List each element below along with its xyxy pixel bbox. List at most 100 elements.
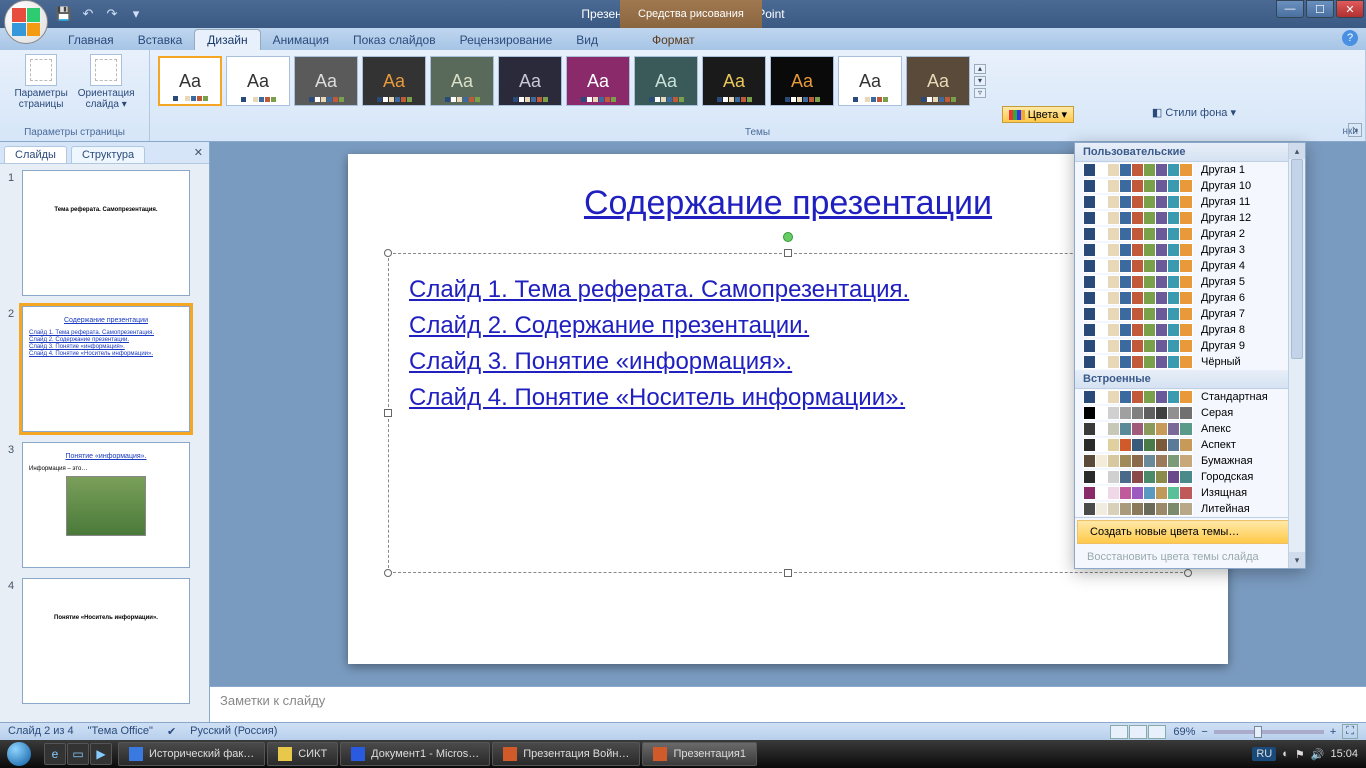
minimize-button[interactable]: — [1276, 0, 1304, 18]
theme-thumb[interactable]: Aa [362, 56, 426, 106]
tab-format[interactable]: Формат [640, 30, 707, 50]
slideshow-view-button[interactable] [1148, 725, 1166, 739]
theme-thumb[interactable]: Aa [566, 56, 630, 106]
slide-thumb-3[interactable]: Понятие «информация». Информация – это… [22, 442, 190, 568]
slide-orientation-button[interactable]: Ориентация слайда ▾ [76, 52, 137, 112]
color-scheme-item[interactable]: Бумажная [1075, 453, 1305, 469]
color-scheme-item[interactable]: Другая 8 [1075, 322, 1305, 338]
color-scheme-item[interactable]: Апекс [1075, 421, 1305, 437]
resize-handle[interactable] [384, 409, 392, 417]
color-scheme-item[interactable]: Другая 1 [1075, 162, 1305, 178]
zoom-slider[interactable] [1214, 730, 1324, 734]
slide-link[interactable]: Слайд 1. Тема реферата. Самопрезентация. [409, 276, 1167, 304]
explorer-icon[interactable]: ▭ [67, 743, 89, 765]
theme-colors-button[interactable]: Цвета ▾ [1002, 106, 1074, 123]
create-new-colors-button[interactable]: Создать новые цвета темы… [1077, 520, 1303, 544]
color-scheme-item[interactable]: Чёрный [1075, 354, 1305, 370]
help-icon[interactable]: ? [1342, 30, 1358, 46]
color-scheme-item[interactable]: Другая 12 [1075, 210, 1305, 226]
color-scheme-item[interactable]: Другая 3 [1075, 242, 1305, 258]
content-textbox[interactable]: Слайд 1. Тема реферата. Самопрезентация.… [388, 253, 1188, 573]
resize-handle[interactable] [784, 569, 792, 577]
themes-gallery[interactable]: AaAaAaAaAaAaAaAaAaAaAaAa [156, 52, 972, 110]
normal-view-button[interactable] [1110, 725, 1128, 739]
taskbar-item[interactable]: Документ1 - Micros… [340, 742, 490, 766]
tab-home[interactable]: Главная [56, 30, 126, 50]
color-scheme-item[interactable]: Аспект [1075, 437, 1305, 453]
resize-handle[interactable] [784, 249, 792, 257]
theme-thumb[interactable]: Aa [294, 56, 358, 106]
tab-design[interactable]: Дизайн [194, 29, 260, 50]
tab-view[interactable]: Вид [564, 30, 610, 50]
color-scheme-item[interactable]: Литейная [1075, 501, 1305, 517]
theme-thumb[interactable]: Aa [702, 56, 766, 106]
theme-thumb[interactable]: Aa [158, 56, 222, 106]
spellcheck-icon[interactable]: ✔ [167, 725, 176, 738]
dropdown-scrollbar[interactable]: ▴▾ [1288, 143, 1305, 568]
theme-thumb[interactable]: Aa [498, 56, 562, 106]
themes-gallery-expand[interactable]: ▴▾▿ [972, 52, 988, 110]
color-scheme-item[interactable]: Другая 11 [1075, 194, 1305, 210]
sorter-view-button[interactable] [1129, 725, 1147, 739]
rotate-handle[interactable] [783, 232, 793, 242]
thumb-row[interactable]: 1 Тема реферата. Самопрезентация. [8, 170, 201, 296]
thumb-row[interactable]: 4 Понятие «Носитель информации». [8, 578, 201, 704]
undo-icon[interactable]: ↶ [78, 4, 98, 24]
language-indicator[interactable]: RU [1252, 747, 1276, 761]
slide-link[interactable]: Слайд 4. Понятие «Носитель информации». [409, 384, 1167, 412]
pane-tab-outline[interactable]: Структура [71, 146, 145, 163]
background-styles-button[interactable]: ◧ Стили фона ▾ [1152, 106, 1236, 119]
tab-animation[interactable]: Анимация [261, 30, 341, 50]
start-button[interactable] [0, 740, 38, 768]
zoom-out-button[interactable]: − [1201, 726, 1207, 738]
tray-icon[interactable]: 🔊 [1311, 748, 1325, 761]
color-scheme-item[interactable]: Городская [1075, 469, 1305, 485]
maximize-button[interactable]: ☐ [1306, 0, 1334, 18]
slide-link[interactable]: Слайд 2. Содержание презентации. [409, 312, 1167, 340]
dialog-launcher-icon[interactable]: ↘ [1348, 123, 1362, 137]
office-button[interactable] [4, 0, 48, 44]
slide-link[interactable]: Слайд 3. Понятие «информация». [409, 348, 1167, 376]
theme-thumb[interactable]: Aa [906, 56, 970, 106]
tab-insert[interactable]: Вставка [126, 30, 195, 50]
redo-icon[interactable]: ↷ [102, 4, 122, 24]
notes-pane[interactable]: Заметки к слайду [210, 686, 1366, 722]
slide-thumb-4[interactable]: Понятие «Носитель информации». [22, 578, 190, 704]
qat-customize-icon[interactable]: ▾ [126, 4, 146, 24]
color-scheme-item[interactable]: Стандартная [1075, 389, 1305, 405]
pane-tab-slides[interactable]: Слайды [4, 146, 67, 163]
status-language[interactable]: Русский (Россия) [190, 725, 277, 738]
taskbar-item[interactable]: Презентация Войн… [492, 742, 640, 766]
zoom-slider-thumb[interactable] [1254, 726, 1262, 738]
zoom-level[interactable]: 69% [1173, 726, 1195, 738]
resize-handle[interactable] [384, 249, 392, 257]
color-scheme-item[interactable]: Другая 9 [1075, 338, 1305, 354]
color-scheme-item[interactable]: Другая 4 [1075, 258, 1305, 274]
color-scheme-item[interactable]: Изящная [1075, 485, 1305, 501]
close-button[interactable]: ✕ [1336, 0, 1364, 18]
fit-to-window-button[interactable]: ⛶ [1342, 724, 1358, 739]
thumb-row[interactable]: 2 Содержание презентации Слайд 1. Тема р… [8, 306, 201, 432]
tray-icon[interactable]: ⚑ [1295, 748, 1305, 761]
slide-thumb-1[interactable]: Тема реферата. Самопрезентация. [22, 170, 190, 296]
slide-thumb-2[interactable]: Содержание презентации Слайд 1. Тема реф… [22, 306, 190, 432]
tab-review[interactable]: Рецензирование [448, 30, 565, 50]
theme-thumb[interactable]: Aa [226, 56, 290, 106]
page-setup-button[interactable]: Параметры страницы [12, 52, 69, 112]
media-icon[interactable]: ▶ [90, 743, 112, 765]
tab-slideshow[interactable]: Показ слайдов [341, 30, 448, 50]
zoom-in-button[interactable]: + [1330, 726, 1336, 738]
theme-thumb[interactable]: Aa [770, 56, 834, 106]
color-scheme-item[interactable]: Другая 5 [1075, 274, 1305, 290]
taskbar-item[interactable]: Исторический фак… [118, 742, 265, 766]
tray-icon[interactable]: ◐ [1282, 748, 1289, 760]
ie-icon[interactable]: e [44, 743, 66, 765]
theme-thumb[interactable]: Aa [430, 56, 494, 106]
color-scheme-item[interactable]: Серая [1075, 405, 1305, 421]
resize-handle[interactable] [384, 569, 392, 577]
taskbar-item[interactable]: Презентация1 [642, 742, 757, 766]
resize-handle[interactable] [1184, 569, 1192, 577]
taskbar-item[interactable]: СИКТ [267, 742, 338, 766]
theme-thumb[interactable]: Aa [634, 56, 698, 106]
color-scheme-item[interactable]: Другая 7 [1075, 306, 1305, 322]
